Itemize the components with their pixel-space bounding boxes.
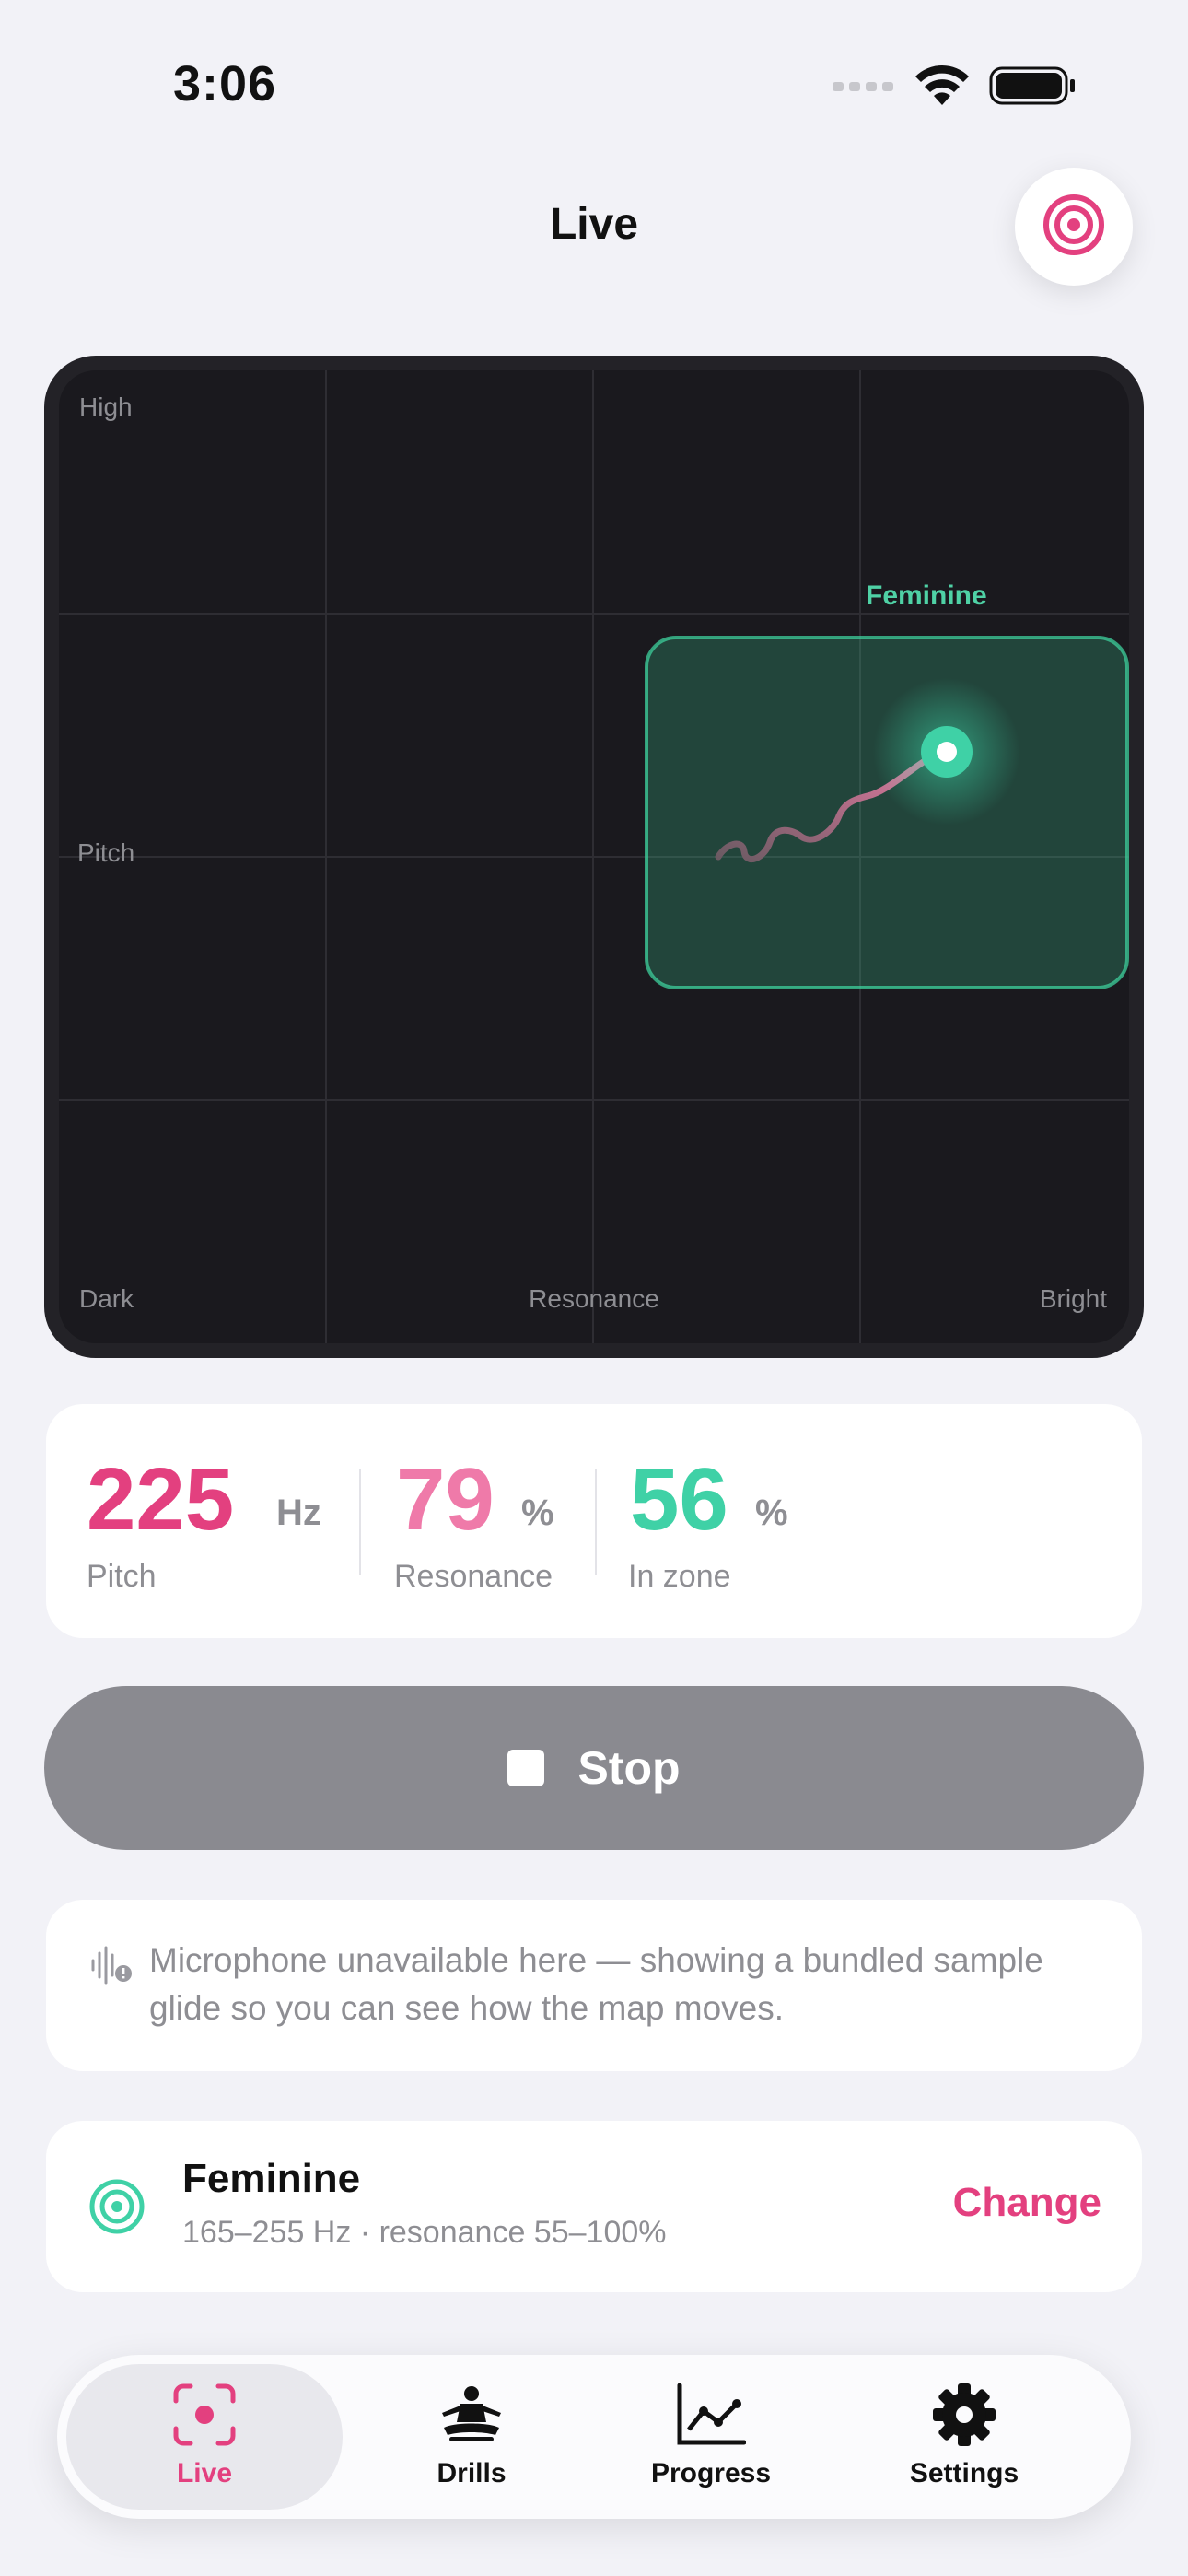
resonance-value: 79 xyxy=(396,1450,495,1549)
tab-drills-label: Drills xyxy=(437,2458,507,2488)
page-title: Live xyxy=(549,200,639,249)
stop-icon xyxy=(507,1750,545,1786)
wifi-icon xyxy=(914,64,971,111)
zone-label: Feminine xyxy=(866,580,987,611)
live-icon xyxy=(57,2381,352,2449)
stats-card: 225 Hz Pitch 79 % Resonance 56 % In zone xyxy=(46,1404,1142,1638)
mic-notice-card: Microphone unavailable here — showing a … xyxy=(46,1900,1142,2071)
axis-label-high: High xyxy=(79,392,133,421)
axis-label-bright: Bright xyxy=(1039,1284,1107,1313)
tab-bar: Live Drills Progress Settings xyxy=(57,2355,1131,2519)
pitch-label: Pitch xyxy=(87,1559,157,1594)
tab-drills[interactable]: Drills xyxy=(352,2355,591,2519)
tab-live[interactable]: Live xyxy=(57,2355,352,2519)
preset-detail: 165–255 Hz · resonance 55–100% xyxy=(182,2215,667,2250)
target-button[interactable] xyxy=(1015,168,1133,286)
mic-notice-text: Microphone unavailable here — showing a … xyxy=(149,1941,1043,2027)
voice-map: High Pitch Dark Resonance Bright Feminin… xyxy=(44,356,1144,1358)
signal-icon xyxy=(833,76,895,100)
waveform-warning-icon xyxy=(90,1946,133,1989)
tab-settings[interactable]: Settings xyxy=(831,2355,1098,2519)
resonance-unit: % xyxy=(521,1493,554,1533)
inzone-unit: % xyxy=(755,1493,788,1533)
axis-label-resonance: Resonance xyxy=(529,1284,659,1313)
status-icons xyxy=(833,64,1077,111)
divider xyxy=(359,1469,361,1575)
change-preset-button[interactable]: Change xyxy=(953,2180,1101,2226)
meditation-icon xyxy=(352,2381,591,2449)
divider xyxy=(595,1469,597,1575)
preset-card: Feminine 165–255 Hz · resonance 55–100% … xyxy=(46,2121,1142,2292)
tab-progress[interactable]: Progress xyxy=(591,2355,831,2519)
stop-button-label: Stop xyxy=(577,1742,681,1794)
inzone-value: 56 xyxy=(630,1450,728,1549)
map-canvas xyxy=(59,370,1129,1343)
resonance-label: Resonance xyxy=(394,1559,553,1594)
target-icon xyxy=(1042,193,1106,262)
chart-icon xyxy=(591,2381,831,2449)
tab-live-label: Live xyxy=(176,2458,233,2488)
preset-name: Feminine xyxy=(182,2156,361,2201)
gear-icon xyxy=(831,2381,1098,2449)
stop-button[interactable]: Stop xyxy=(44,1686,1144,1850)
tab-settings-label: Settings xyxy=(909,2458,1019,2488)
inzone-label: In zone xyxy=(628,1559,731,1594)
target-zone xyxy=(645,636,1129,989)
pitch-unit: Hz xyxy=(276,1493,321,1533)
battery-icon xyxy=(989,64,1077,111)
target-icon xyxy=(88,2178,146,2240)
axis-label-pitch: Pitch xyxy=(77,838,135,867)
status-time: 3:06 xyxy=(173,56,277,111)
pitch-value: 225 xyxy=(87,1450,235,1549)
tab-progress-label: Progress xyxy=(650,2458,772,2488)
